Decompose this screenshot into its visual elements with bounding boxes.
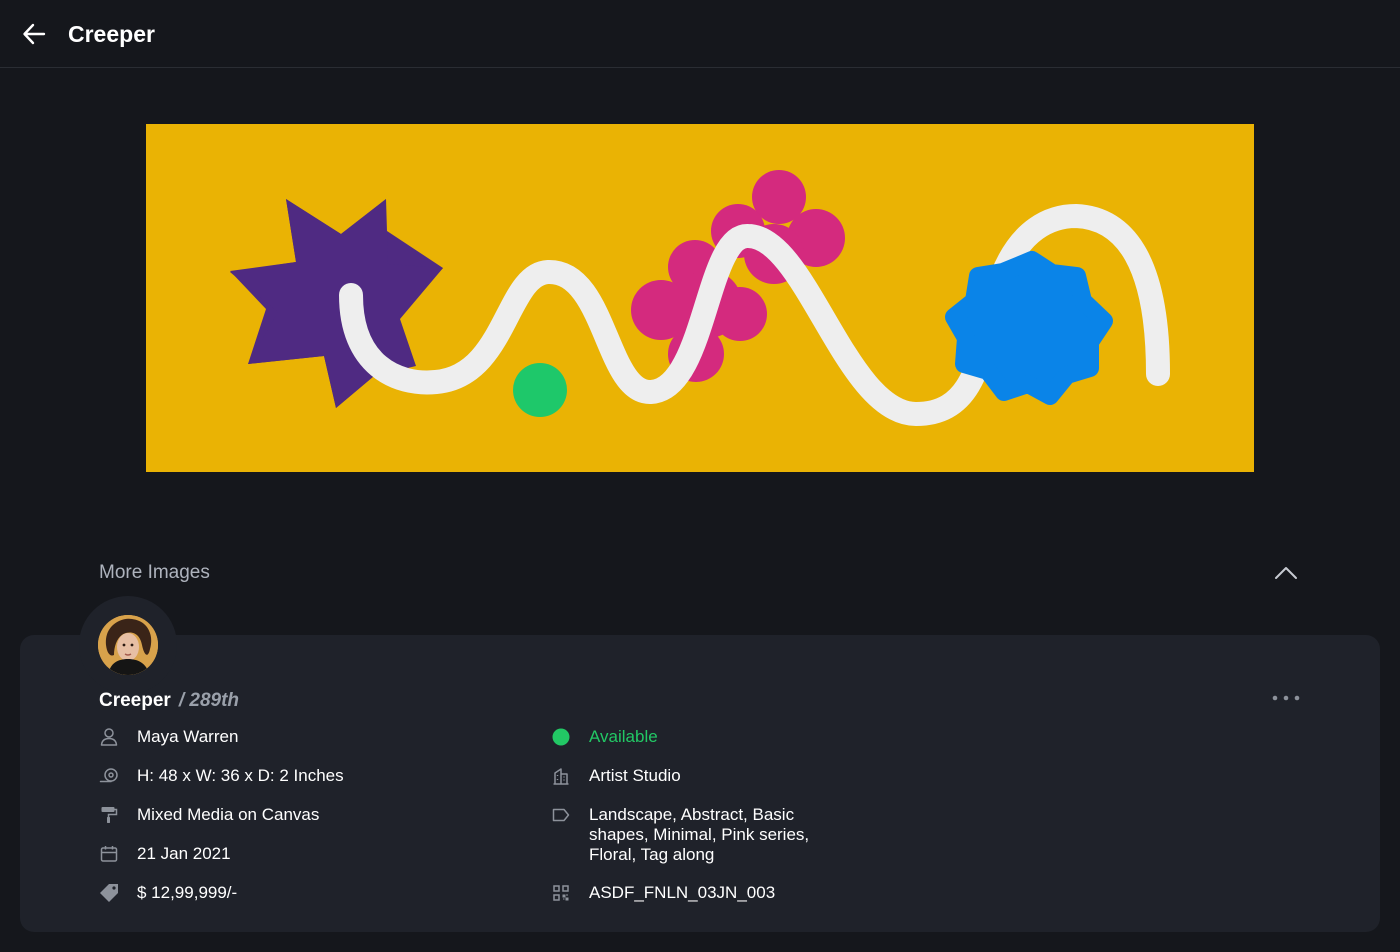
artist-name: Maya Warren <box>137 727 239 746</box>
dimensions-row: H: 48 x W: 36 x D: 2 Inches <box>98 765 344 787</box>
building-icon <box>550 765 572 787</box>
more-options-button[interactable] <box>1268 688 1304 708</box>
artwork-edition: / 289th <box>178 690 240 711</box>
price-tag-icon <box>98 882 120 904</box>
arrow-left-icon <box>23 23 46 45</box>
user-icon <box>98 726 120 748</box>
top-bar: Creeper <box>0 0 1400 68</box>
artwork-code: ASDF_FNLN_03JN_003 <box>589 883 776 902</box>
availability-status: Available <box>589 727 658 746</box>
medium-row: Mixed Media on Canvas <box>98 804 319 826</box>
artwork-name: Creeper <box>99 690 171 711</box>
artwork-flower-shape <box>631 170 845 382</box>
back-button[interactable] <box>16 16 52 52</box>
date-row: 21 Jan 2021 <box>98 843 231 865</box>
artwork-tags: Landscape, Abstract, Basic shapes, Minim… <box>589 805 810 864</box>
status-dot-icon <box>550 726 572 748</box>
artist-avatar[interactable] <box>98 615 158 675</box>
artwork-title: Creeper / 289th <box>99 688 239 714</box>
artwork-date: 21 Jan 2021 <box>137 844 231 863</box>
status-row: Available <box>550 726 658 748</box>
tags-row: Landscape, Abstract, Basic shapes, Minim… <box>550 804 819 865</box>
measure-tape-icon <box>98 765 120 787</box>
qr-code-icon <box>550 882 572 904</box>
artist-row: Maya Warren <box>98 726 238 748</box>
price-row: $ 12,99,999/- <box>98 882 237 904</box>
calendar-icon <box>98 843 120 865</box>
chevron-up-icon <box>1275 567 1297 579</box>
more-images-label: More Images <box>99 562 210 583</box>
artwork-image[interactable] <box>146 124 1254 472</box>
location-row: Artist Studio <box>550 765 681 787</box>
page-title: Creeper <box>68 21 155 47</box>
more-horizontal-icon <box>1272 695 1300 701</box>
artwork-location: Artist Studio <box>589 766 681 785</box>
artwork-medium: Mixed Media on Canvas <box>137 805 320 824</box>
artwork-green-dot <box>513 363 567 417</box>
code-row: ASDF_FNLN_03JN_003 <box>550 882 775 904</box>
tag-icon <box>550 804 572 826</box>
paint-roller-icon <box>98 804 120 826</box>
artwork-price: $ 12,99,999/- <box>137 883 238 902</box>
collapse-more-images-button[interactable] <box>1270 559 1302 587</box>
artwork-dimensions: H: 48 x W: 36 x D: 2 Inches <box>137 766 344 785</box>
artwork-blue-badge <box>945 251 1113 405</box>
